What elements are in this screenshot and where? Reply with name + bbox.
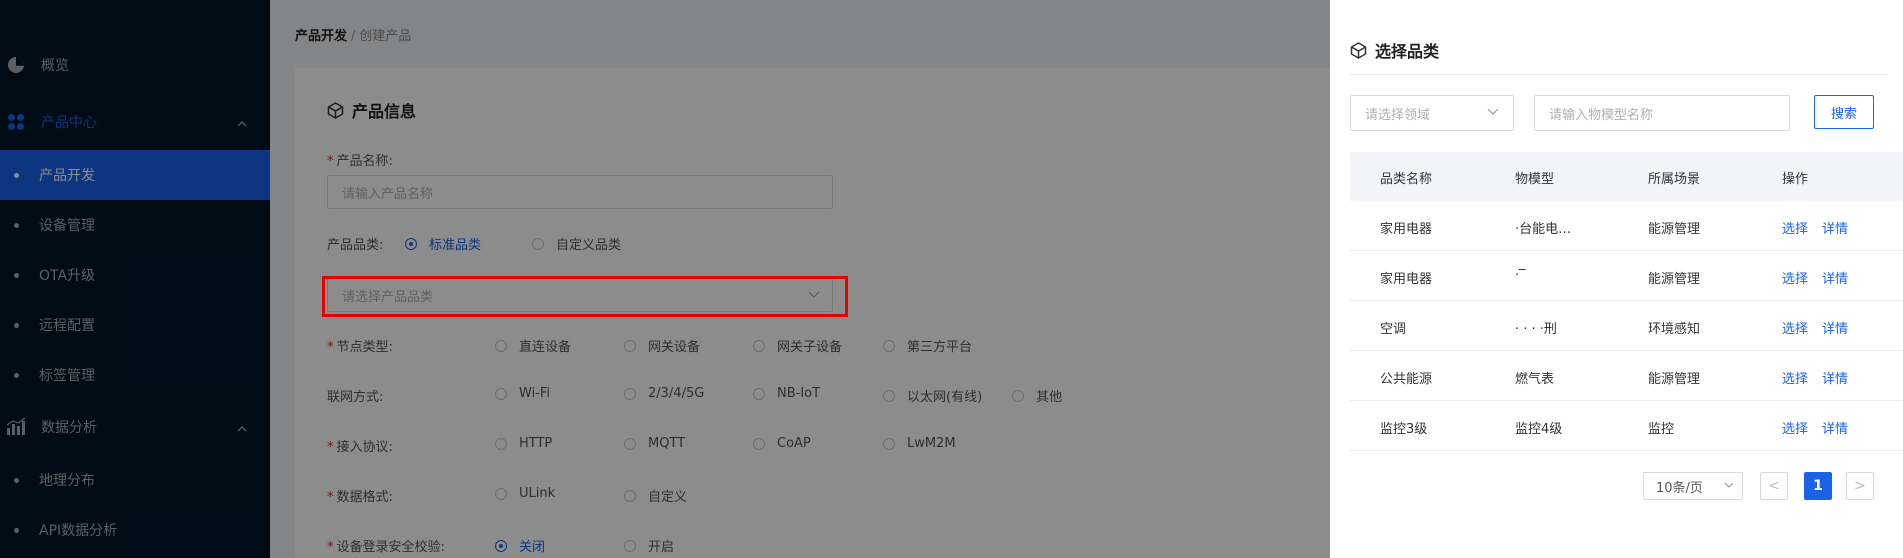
cell-category: 家用电器 [1380, 222, 1433, 237]
column-header: 所属场景 [1648, 172, 1701, 187]
detail-link[interactable]: 详情 [1822, 318, 1848, 337]
column-header: 物模型 [1515, 172, 1555, 187]
cube-icon [1350, 41, 1367, 59]
detail-link[interactable]: 详情 [1822, 218, 1848, 237]
select-link[interactable]: 选择 [1782, 368, 1808, 387]
drawer-title-text: 选择品类 [1375, 42, 1440, 61]
cell-model: 监控4级 [1515, 422, 1563, 437]
drawer-title: 选择品类 [1350, 38, 1439, 62]
domain-select[interactable]: 请选择领域 [1350, 95, 1514, 131]
category-drawer: 选择品类 请选择领域 请输入物模型名称 搜索 品类名称 物模型 所属场景 操作 … [1330, 0, 1903, 558]
table-row: 家用电器 ·‾ 能源管理 选择 详情 [1350, 251, 1903, 301]
column-header: 操作 [1782, 172, 1809, 187]
divider [1350, 74, 1888, 75]
cell-scene: 监控 [1648, 422, 1675, 437]
column-header: 品类名称 [1380, 172, 1433, 187]
model-search-input[interactable]: 请输入物模型名称 [1534, 95, 1790, 131]
table-row: 空调 · · · ·刑 环境感知 选择 详情 [1350, 301, 1903, 351]
cell-model: · · · ·刑 [1515, 322, 1557, 337]
prev-page-button[interactable]: < [1760, 472, 1788, 500]
cell-scene: 能源管理 [1648, 222, 1701, 237]
cell-model: ·‾ [1515, 268, 1526, 283]
next-page-button[interactable]: > [1846, 472, 1874, 500]
chevron-down-icon [1487, 108, 1499, 115]
cell-category: 空调 [1380, 322, 1407, 337]
cell-category: 监控3级 [1380, 422, 1428, 437]
cell-model: 燃气表 [1515, 372, 1555, 387]
cell-category: 公共能源 [1380, 372, 1433, 387]
highlight-box [322, 276, 848, 317]
detail-link[interactable]: 详情 [1822, 368, 1848, 387]
select-link[interactable]: 选择 [1782, 268, 1808, 287]
cell-model: ·台能电… [1515, 222, 1572, 237]
cell-category: 家用电器 [1380, 272, 1433, 287]
detail-link[interactable]: 详情 [1822, 268, 1848, 287]
select-link[interactable]: 选择 [1782, 318, 1808, 337]
page-size-select[interactable]: 10条/页 [1643, 472, 1743, 500]
page-1-button[interactable]: 1 [1804, 472, 1832, 500]
table-row: 家用电器 ·台能电… 能源管理 选择 详情 [1350, 201, 1903, 251]
cell-scene: 能源管理 [1648, 272, 1701, 287]
cell-scene: 能源管理 [1648, 372, 1701, 387]
cell-scene: 环境感知 [1648, 322, 1701, 337]
select-link[interactable]: 选择 [1782, 418, 1808, 437]
table-header: 品类名称 物模型 所属场景 操作 [1350, 152, 1903, 201]
detail-link[interactable]: 详情 [1822, 418, 1848, 437]
table-row: 监控3级 监控4级 监控 选择 详情 [1350, 401, 1903, 451]
table-row: 公共能源 燃气表 能源管理 选择 详情 [1350, 351, 1903, 401]
chevron-down-icon [1724, 482, 1734, 488]
select-link[interactable]: 选择 [1782, 218, 1808, 237]
search-button[interactable]: 搜索 [1814, 95, 1874, 129]
